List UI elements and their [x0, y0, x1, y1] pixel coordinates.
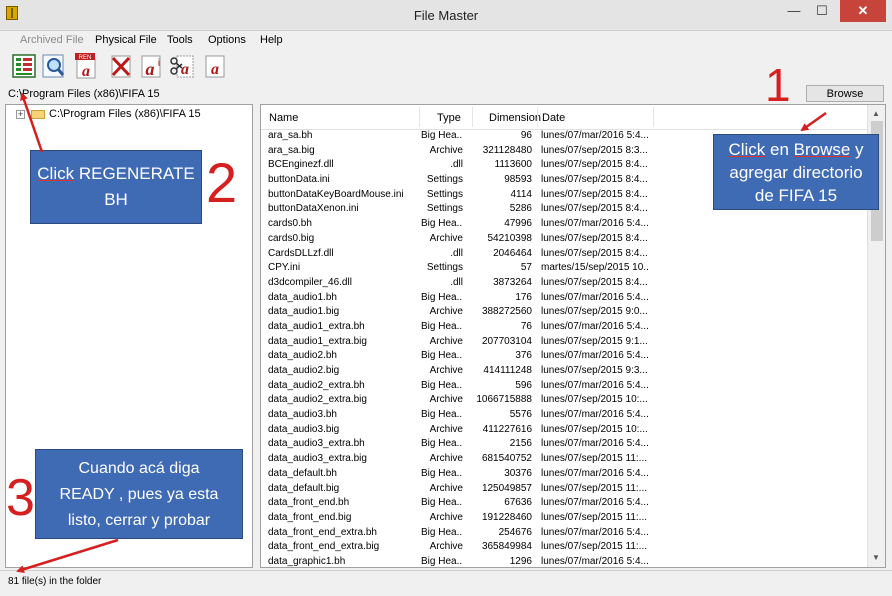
arrow-to-regenerate — [20, 92, 44, 153]
arrow-to-status — [16, 538, 119, 574]
annotation-arrows — [16, 92, 827, 574]
arrow-to-browse — [800, 111, 827, 132]
